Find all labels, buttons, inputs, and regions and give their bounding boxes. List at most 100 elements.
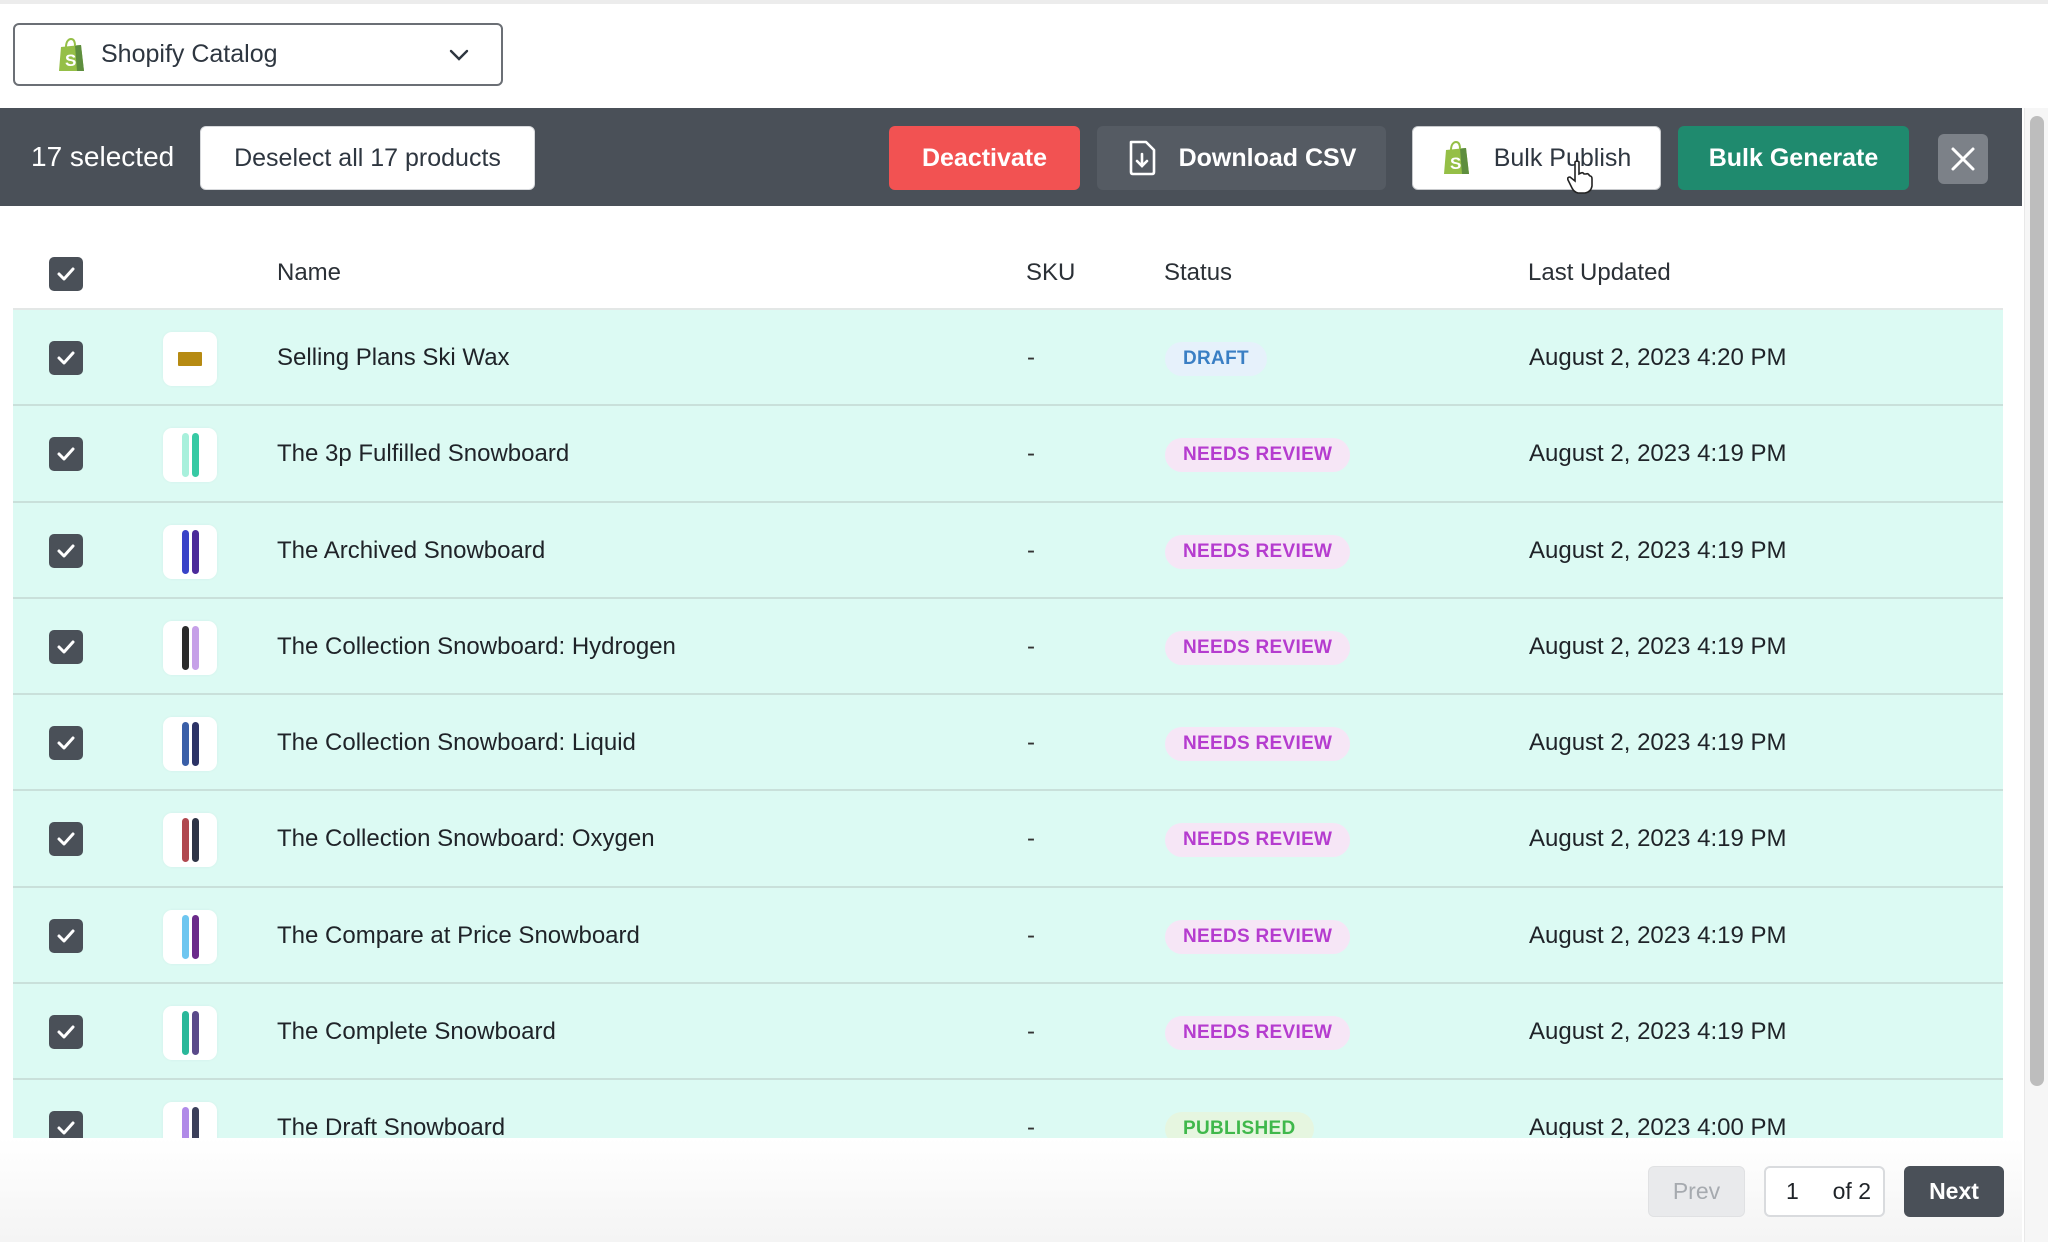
scrollbar-thumb[interactable] bbox=[2030, 116, 2044, 1086]
top-border bbox=[0, 0, 2048, 4]
snowboard-image bbox=[181, 818, 189, 863]
row-checkbox[interactable] bbox=[49, 341, 83, 375]
snowboard-image bbox=[181, 914, 189, 959]
deactivate-button[interactable]: Deactivate bbox=[889, 126, 1080, 190]
row-checkbox[interactable] bbox=[49, 437, 83, 472]
product-name[interactable]: The 3p Fulfilled Snowboard bbox=[277, 406, 569, 502]
status-badge: NEEDS REVIEW bbox=[1165, 630, 1351, 665]
last-updated: August 2, 2023 4:19 PM bbox=[1529, 632, 1787, 660]
last-updated: August 2, 2023 4:19 PM bbox=[1529, 1018, 1787, 1046]
check-icon bbox=[57, 736, 75, 750]
bulk-action-toolbar: 17 selected Deselect all 17 products Dea… bbox=[0, 108, 2022, 206]
page-number-input[interactable]: 1 of 2 bbox=[1764, 1166, 1885, 1217]
deselect-all-label: Deselect all 17 products bbox=[234, 143, 501, 172]
last-updated: August 2, 2023 4:20 PM bbox=[1529, 344, 1787, 371]
status-badge: NEEDS REVIEW bbox=[1165, 1016, 1351, 1051]
snowboard-image bbox=[191, 818, 199, 863]
table-row[interactable]: The 3p Fulfilled Snowboard - NEEDS REVIEW A… bbox=[13, 406, 2003, 503]
snowboard-image bbox=[181, 433, 189, 478]
file-download-icon bbox=[1129, 140, 1155, 176]
row-checkbox[interactable] bbox=[49, 629, 83, 664]
column-header-status[interactable]: Status bbox=[1164, 222, 1232, 310]
table-row[interactable]: The Collection Snowboard: Liquid - NEEDS R… bbox=[13, 695, 2003, 792]
row-checkbox[interactable] bbox=[49, 1015, 83, 1050]
table-body: Selling Plans Ski Wax - DRAFT August 2, 202… bbox=[13, 310, 2003, 1216]
ski-wax-image bbox=[178, 352, 202, 366]
snowboard-image bbox=[191, 1011, 199, 1056]
status-badge: NEEDS REVIEW bbox=[1165, 823, 1351, 858]
snowboard-image bbox=[191, 722, 199, 767]
product-sku: - bbox=[1027, 440, 1035, 468]
table-row[interactable]: The Collection Snowboard: Hydrogen - NEEDS… bbox=[13, 598, 2003, 696]
product-name[interactable]: The Collection Snowboard: Oxygen bbox=[277, 791, 655, 887]
status-badge: DRAFT bbox=[1165, 342, 1267, 376]
product-sku: - bbox=[1027, 729, 1035, 757]
check-icon bbox=[57, 640, 75, 654]
product-thumbnail[interactable] bbox=[163, 428, 217, 483]
catalog-dropdown[interactable]: S Shopify Catalog bbox=[13, 23, 503, 86]
prev-page-button[interactable]: Prev bbox=[1648, 1166, 1745, 1217]
product-thumbnail[interactable] bbox=[163, 813, 217, 868]
product-thumbnail[interactable] bbox=[163, 717, 217, 772]
vertical-scrollbar[interactable] bbox=[2024, 108, 2048, 1242]
check-icon bbox=[57, 832, 75, 846]
status-badge: NEEDS REVIEW bbox=[1165, 534, 1351, 569]
check-icon bbox=[57, 544, 75, 558]
check-icon bbox=[57, 929, 75, 943]
product-sku: - bbox=[1027, 1018, 1035, 1046]
bulk-generate-button[interactable]: Bulk Generate bbox=[1678, 126, 1909, 190]
bulk-publish-button[interactable]: S Bulk Publish bbox=[1412, 126, 1661, 190]
product-sku: - bbox=[1027, 825, 1035, 853]
table-row[interactable]: The Complete Snowboard - NEEDS REVIEW Augus… bbox=[13, 984, 2003, 1081]
product-thumbnail[interactable] bbox=[163, 524, 217, 579]
selected-count: 17 selected bbox=[31, 141, 175, 172]
product-name[interactable]: The Collection Snowboard: Liquid bbox=[277, 695, 636, 791]
product-thumbnail[interactable] bbox=[163, 620, 217, 675]
catalog-label: Shopify Catalog bbox=[101, 40, 278, 68]
column-header-sku[interactable]: SKU bbox=[1026, 222, 1075, 310]
next-label: Next bbox=[1929, 1178, 1979, 1204]
column-header-name[interactable]: Name bbox=[277, 222, 341, 310]
column-header-last-updated[interactable]: Last Updated bbox=[1528, 222, 1671, 310]
check-icon bbox=[57, 1121, 75, 1135]
last-updated: August 2, 2023 4:19 PM bbox=[1529, 536, 1787, 564]
check-icon bbox=[57, 1025, 75, 1039]
table-row[interactable]: The Archived Snowboard - NEEDS REVIEW Augus… bbox=[13, 502, 2003, 599]
product-name[interactable]: The Archived Snowboard bbox=[277, 503, 545, 599]
product-sku: - bbox=[1027, 632, 1035, 660]
deselect-all-button[interactable]: Deselect all 17 products bbox=[200, 126, 535, 190]
next-page-button[interactable]: Next bbox=[1904, 1166, 2004, 1217]
row-checkbox[interactable] bbox=[49, 726, 83, 761]
product-thumbnail[interactable] bbox=[163, 332, 217, 386]
shopify-bag-icon: S bbox=[1443, 141, 1469, 174]
row-checkbox[interactable] bbox=[49, 918, 83, 953]
prev-label: Prev bbox=[1672, 1178, 1721, 1204]
snowboard-image bbox=[181, 1011, 189, 1056]
row-checkbox[interactable] bbox=[49, 533, 83, 568]
product-name[interactable]: Selling Plans Ski Wax bbox=[277, 310, 510, 406]
table-row[interactable]: The Collection Snowboard: Oxygen - NEEDS R… bbox=[13, 791, 2003, 888]
product-sku: - bbox=[1027, 536, 1035, 564]
row-checkbox[interactable] bbox=[49, 822, 83, 857]
status-badge: NEEDS REVIEW bbox=[1165, 727, 1351, 762]
last-updated: August 2, 2023 4:19 PM bbox=[1529, 921, 1787, 949]
snowboard-image bbox=[191, 433, 199, 478]
product-thumbnail[interactable] bbox=[163, 909, 217, 964]
snowboard-image bbox=[191, 625, 199, 670]
table-row[interactable]: The Compare at Price Snowboard - NEEDS REV… bbox=[13, 887, 2003, 985]
current-page: 1 bbox=[1786, 1178, 1799, 1204]
product-name[interactable]: The Complete Snowboard bbox=[277, 984, 556, 1080]
product-sku: - bbox=[1027, 344, 1035, 371]
status-badge: NEEDS REVIEW bbox=[1165, 919, 1351, 954]
snowboard-image bbox=[191, 914, 199, 959]
product-thumbnail[interactable] bbox=[163, 1006, 217, 1061]
bulk-publish-label: Bulk Publish bbox=[1493, 143, 1632, 172]
table-header: Name SKU Status Last Updated bbox=[13, 222, 2003, 310]
close-toolbar-button[interactable] bbox=[1938, 134, 1988, 184]
table-row[interactable]: Selling Plans Ski Wax - DRAFT August 2, 202… bbox=[13, 310, 2003, 407]
product-name[interactable]: The Compare at Price Snowboard bbox=[277, 888, 640, 984]
select-all-checkbox[interactable] bbox=[49, 257, 83, 291]
download-csv-button[interactable]: Download CSV bbox=[1097, 126, 1386, 190]
product-name[interactable]: The Collection Snowboard: Hydrogen bbox=[277, 599, 676, 695]
chevron-down-icon bbox=[449, 49, 469, 61]
